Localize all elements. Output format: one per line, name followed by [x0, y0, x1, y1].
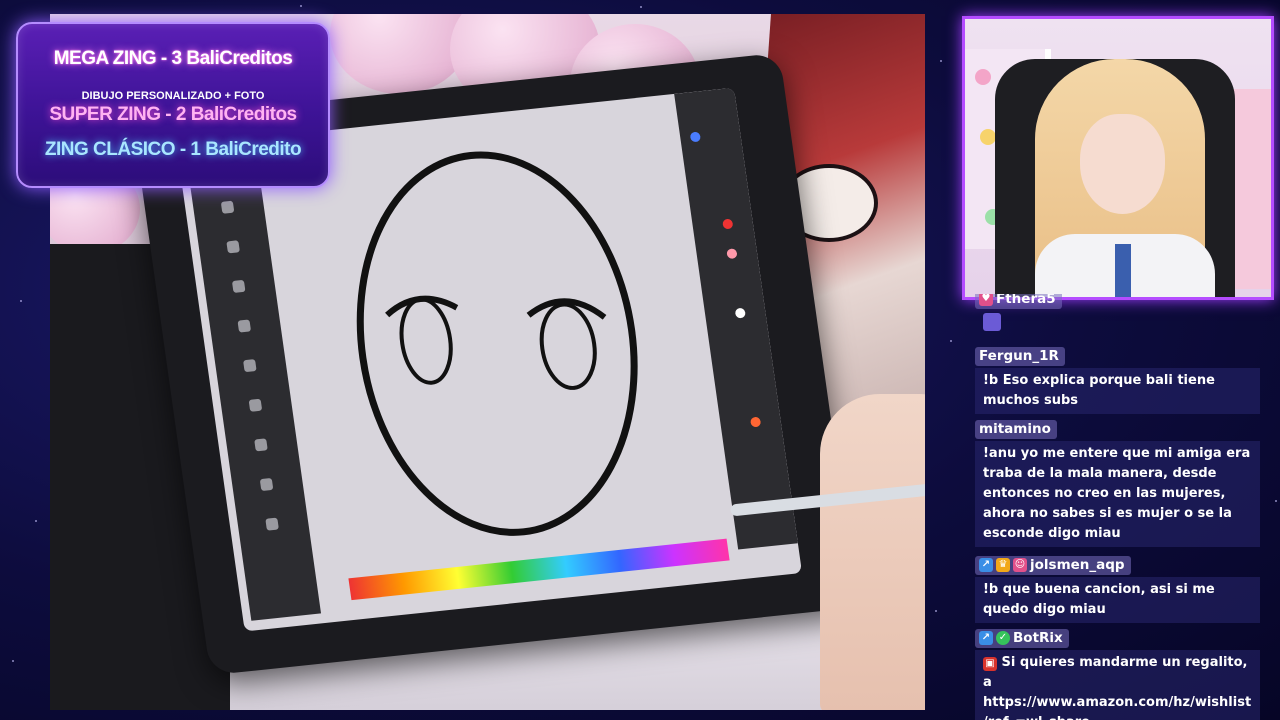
transform-tool-icon — [243, 359, 257, 373]
chat-username: ↗ ♛ ☺ jolsmen_aqp — [975, 556, 1131, 575]
heart-icon: ♥ — [979, 294, 993, 306]
chat-message-text: !b Eso explica porque bali tiene muchos … — [975, 368, 1260, 414]
chat-message-partial: ♥ Fthera5 — [975, 294, 1260, 331]
color-swatch — [749, 416, 762, 428]
color-swatch — [689, 131, 702, 143]
select-tool-icon — [237, 319, 252, 333]
chat-username: ♥ Fthera5 — [975, 294, 1062, 309]
heart-icon: ☺ — [1013, 558, 1027, 572]
zing-clasico-tier: ZING CLÁSICO - 1 BaliCredito — [44, 139, 302, 160]
crown-icon: ♛ — [996, 558, 1010, 572]
streamer-webcam — [962, 16, 1274, 300]
chat-message: Fergun_1R !b Eso explica porque bali tie… — [975, 345, 1260, 414]
color-swatch — [734, 307, 746, 319]
text-tool-icon — [259, 477, 274, 492]
chat-panel: ♥ Fthera5 Fergun_1R !b Eso explica porqu… — [975, 294, 1267, 720]
chat-message-text: !anu yo me entere que mi amiga era traba… — [975, 441, 1260, 547]
pin-icon: ↗ — [979, 558, 993, 572]
chat-message-text: ▣ Si quieres mandarme un regalito, a htt… — [975, 650, 1260, 720]
donation-tiers-panel: MEGA ZING - 3 BaliCreditos DIBUJO PERSON… — [16, 22, 330, 188]
layers-tool-icon — [265, 517, 279, 531]
color-swatch — [726, 248, 738, 260]
fill-tool-icon — [248, 398, 263, 412]
brush-tool-icon — [220, 200, 235, 214]
eraser-tool-icon — [226, 240, 240, 254]
chat-message-text: !b que buena cancion, asi si me quedo di… — [975, 577, 1260, 623]
chat-message: ↗ ✓ BotRix ▣ Si quieres mandarme un rega… — [975, 625, 1260, 720]
streamer-tie — [1115, 244, 1131, 297]
streamer-face — [1080, 114, 1165, 214]
chat-message: ↗ ♛ ☺ jolsmen_aqp !b que buena cancion, … — [975, 552, 1260, 623]
shape-tool-icon — [254, 438, 268, 452]
chat-username: ↗ ✓ BotRix — [975, 629, 1069, 648]
pin-icon: ↗ — [979, 631, 993, 645]
super-zing-tier: SUPER ZING - 2 BaliCreditos — [49, 104, 297, 125]
mega-zing-tier: MEGA ZING - 3 BaliCreditos — [53, 48, 293, 69]
chat-username: mitamino — [975, 420, 1057, 439]
chat-username: Fergun_1R — [975, 347, 1065, 366]
chat-message: mitamino !anu yo me entere que mi amiga … — [975, 418, 1260, 547]
face-sketch — [356, 151, 638, 536]
emote-icon — [983, 313, 1001, 331]
color-swatch — [722, 218, 734, 230]
mega-zing-description: DIBUJO PERSONALIZADO + FOTO — [81, 90, 265, 102]
artist-hand — [820, 394, 925, 710]
gift-icon: ▣ — [983, 657, 997, 671]
verified-icon: ✓ — [996, 631, 1010, 645]
smudge-tool-icon — [231, 279, 246, 293]
